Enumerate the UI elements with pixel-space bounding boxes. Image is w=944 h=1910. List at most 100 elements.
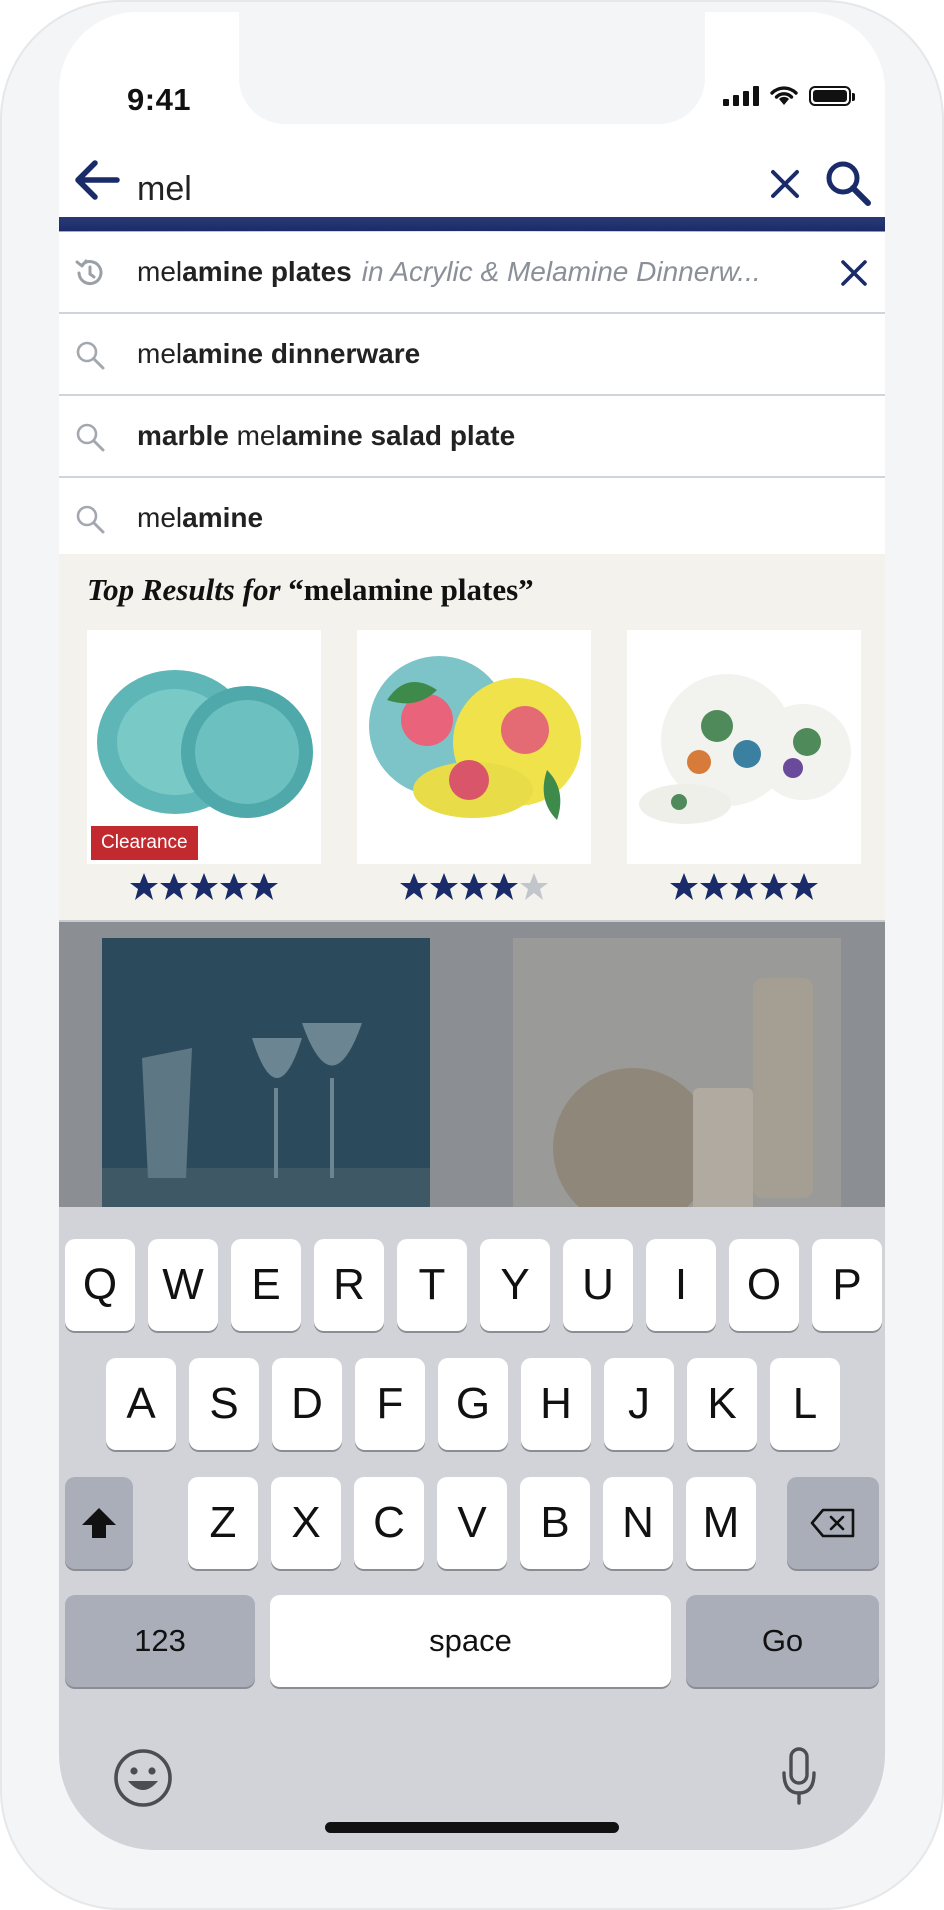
suggestion-prefix: mel <box>137 338 183 369</box>
search-icon[interactable] <box>823 158 873 208</box>
star-icon <box>190 873 218 900</box>
top-results-panel: Top Results for “melamine plates” Cleara… <box>59 554 885 922</box>
search-icon <box>76 341 105 370</box>
notch <box>239 12 705 124</box>
product-image <box>369 656 581 820</box>
backspace-icon <box>810 1508 855 1538</box>
star-icon <box>670 873 698 900</box>
status-icons <box>723 84 855 106</box>
star-icon <box>220 873 248 900</box>
key-w[interactable]: W <box>148 1239 218 1331</box>
delete-key[interactable] <box>787 1477 879 1569</box>
serveware-image <box>513 938 841 1222</box>
history-icon <box>75 259 103 286</box>
star-icon <box>790 873 818 900</box>
star-icon <box>520 873 548 900</box>
key-q[interactable]: Q <box>65 1239 135 1331</box>
key-x[interactable]: X <box>271 1477 341 1569</box>
product-card-3[interactable] <box>627 630 861 864</box>
rating-stars <box>357 872 591 902</box>
key-o[interactable]: O <box>729 1239 799 1331</box>
star-icon <box>400 873 428 900</box>
clear-icon[interactable] <box>767 166 803 202</box>
star-icon <box>250 873 278 900</box>
suggestion-completion: amine dinnerware <box>182 338 421 369</box>
numbers-key[interactable]: 123 <box>65 1595 255 1687</box>
top-results-label: Top Results for <box>87 572 281 607</box>
top-results-title: Top Results for “melamine plates” <box>87 572 534 608</box>
dimmed-content <box>59 922 885 1222</box>
key-h[interactable]: H <box>521 1358 591 1450</box>
key-v[interactable]: V <box>437 1477 507 1569</box>
back-arrow-icon[interactable] <box>73 158 121 202</box>
signal-icon <box>723 84 759 106</box>
phone-frame: 9:41 mel melamine plates in Acrylic & Me… <box>0 0 944 1910</box>
star-icon <box>160 873 188 900</box>
star-icon <box>730 873 758 900</box>
suggestion-row[interactable]: melamine plates in Acrylic & Melamine Din… <box>59 232 885 314</box>
key-f[interactable]: F <box>355 1358 425 1450</box>
key-g[interactable]: G <box>438 1358 508 1450</box>
keyboard: QWERTYUIOP ASDFGHJKL ZXCVBNM 123 space G… <box>59 1207 885 1850</box>
space-key[interactable]: space <box>270 1595 671 1687</box>
suggestion-text: marble melamine salad plate <box>137 420 515 452</box>
key-p[interactable]: P <box>812 1239 882 1331</box>
product-card-2[interactable] <box>357 630 591 864</box>
shift-key[interactable] <box>65 1477 133 1569</box>
suggestion-prefix: mel <box>137 256 183 287</box>
star-icon <box>760 873 788 900</box>
key-b[interactable]: B <box>520 1477 590 1569</box>
key-l[interactable]: L <box>770 1358 840 1450</box>
suggestion-context: in Acrylic & Melamine Dinnerw... <box>361 256 761 287</box>
key-y[interactable]: Y <box>480 1239 550 1331</box>
screen: 9:41 mel melamine plates in Acrylic & Me… <box>59 12 885 1850</box>
go-key[interactable]: Go <box>686 1595 879 1687</box>
key-s[interactable]: S <box>189 1358 259 1450</box>
key-a[interactable]: A <box>106 1358 176 1450</box>
key-d[interactable]: D <box>272 1358 342 1450</box>
search-icon <box>76 423 105 452</box>
clearance-badge: Clearance <box>91 826 198 860</box>
suggestion-completion: amine <box>182 502 264 533</box>
suggestion-text: melamine plates in Acrylic & Melamine Din… <box>137 256 761 288</box>
key-j[interactable]: J <box>604 1358 674 1450</box>
key-i[interactable]: I <box>646 1239 716 1331</box>
suggestion-lead: marble <box>137 420 229 451</box>
search-input[interactable]: mel <box>137 170 192 209</box>
star-icon <box>490 873 518 900</box>
wifi-icon <box>770 86 798 105</box>
home-indicator[interactable] <box>325 1822 619 1833</box>
shift-icon <box>82 1508 116 1538</box>
search-icon <box>76 505 105 534</box>
suggestion-prefix: mel <box>137 502 183 533</box>
microphone-icon[interactable] <box>779 1745 819 1807</box>
product-card-1[interactable]: Clearance <box>87 630 321 864</box>
suggestion-row[interactable]: melamine <box>59 478 885 560</box>
suggestion-text: melamine dinnerware <box>137 338 420 370</box>
rating-stars <box>87 872 321 902</box>
key-z[interactable]: Z <box>188 1477 258 1569</box>
top-results-query: “melamine plates” <box>288 572 534 607</box>
key-m[interactable]: M <box>686 1477 756 1569</box>
suggestion-row[interactable]: marble melamine salad plate <box>59 396 885 478</box>
suggestion-text: melamine <box>137 502 263 534</box>
emoji-icon[interactable] <box>112 1747 174 1809</box>
star-icon <box>460 873 488 900</box>
search-underline <box>59 217 885 235</box>
key-u[interactable]: U <box>563 1239 633 1331</box>
key-e[interactable]: E <box>231 1239 301 1331</box>
star-icon <box>430 873 458 900</box>
key-k[interactable]: K <box>687 1358 757 1450</box>
glassware-image <box>102 938 430 1222</box>
remove-history-icon[interactable] <box>839 258 869 288</box>
key-t[interactable]: T <box>397 1239 467 1331</box>
suggestion-completion: amine salad plate <box>281 420 516 451</box>
suggestion-prefix: mel <box>228 420 282 451</box>
key-r[interactable]: R <box>314 1239 384 1331</box>
key-c[interactable]: C <box>354 1477 424 1569</box>
suggestion-completion: amine plates <box>182 256 352 287</box>
rating-stars <box>627 872 861 902</box>
star-icon <box>700 873 728 900</box>
key-n[interactable]: N <box>603 1477 673 1569</box>
suggestion-row[interactable]: melamine dinnerware <box>59 314 885 396</box>
